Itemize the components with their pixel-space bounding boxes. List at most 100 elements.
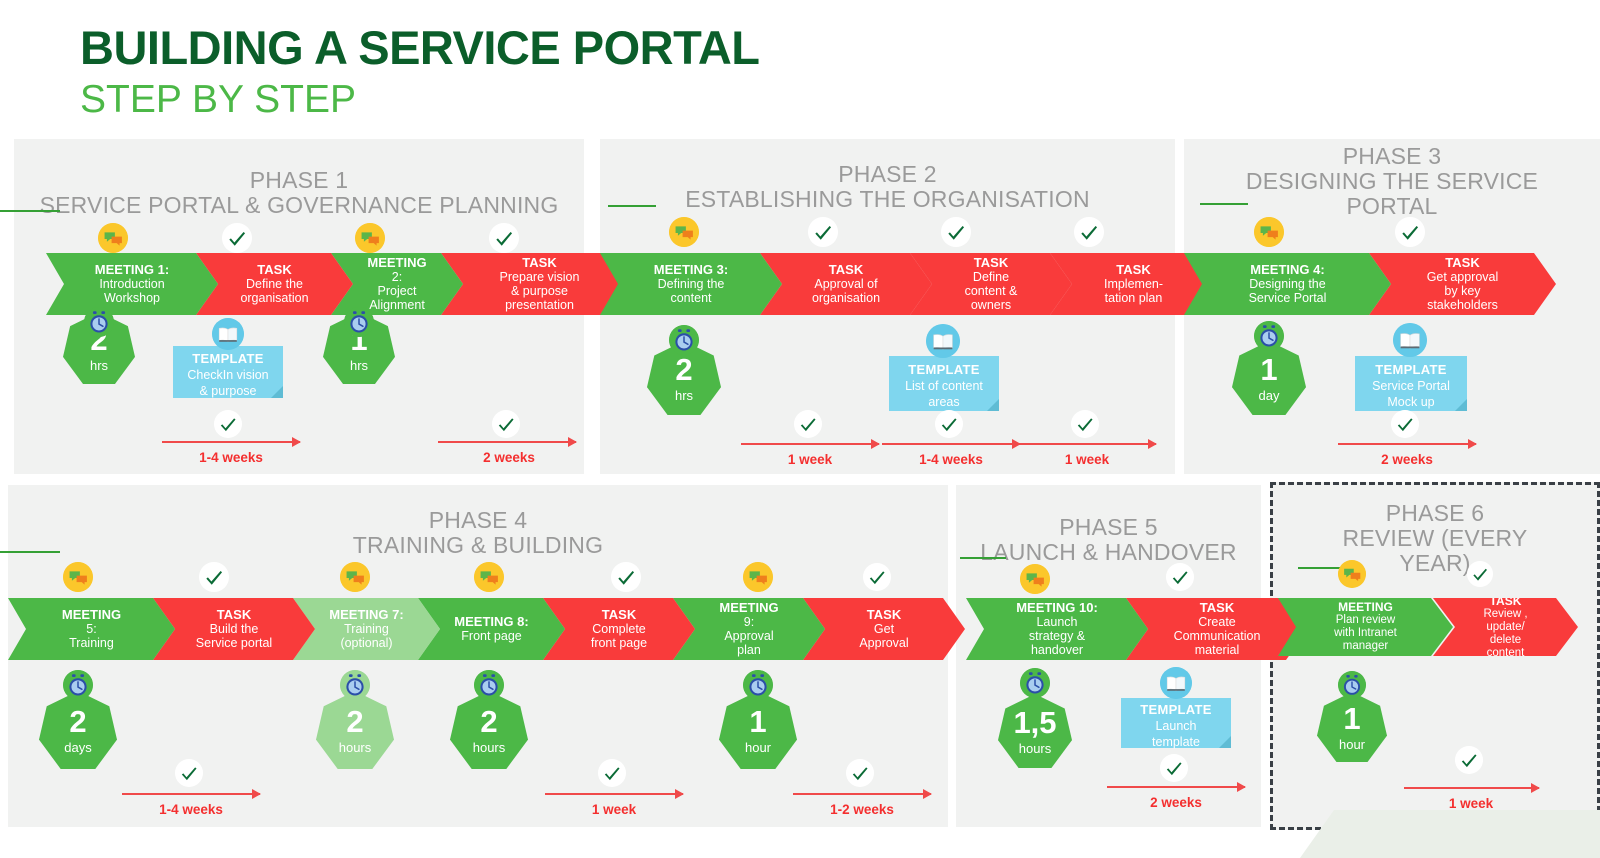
phase-2-duration-check-icon [794,410,822,438]
phase-2-duration-label: 1 week [787,452,833,467]
corner-watermark [1300,810,1600,858]
phase-1-step-2-template-line: CheckIn vision [187,367,269,382]
phase-4-step-5-task[interactable]: TASK Complete front page [543,598,695,660]
phase-5-step-1-duration-unit: hours [1018,741,1052,756]
title-subtitle: STEP BY STEP [80,77,357,121]
phase-4-duration-check-icon [175,759,203,787]
phase-4-step-2-check-mark-icon [199,562,229,592]
phase-1-step-1-text: MEETING 1: Introduction Workshop [94,261,170,306]
phase-4-step-6-meeting[interactable]: MEETING 9: Approval plan [673,598,825,660]
phase-4-duration-label: 1-2 weeks [830,802,894,817]
phase-1-step-2-task[interactable]: TASK Define the organisation [196,253,353,315]
phase-2-accent-line [608,205,656,207]
phase-1-step-4-check-mark-icon [489,223,519,253]
phase-5-step-2-template-fold [1219,736,1231,748]
phase-4-step-1-text: MEETING 5: Training [61,606,122,651]
phase-2-step-3-text: TASK Define content & owners [964,254,1018,313]
phase-4-step-1-meeting[interactable]: MEETING 5: Training [8,598,175,660]
phase-2-duration-arrow [1020,439,1157,449]
phase-3-step-2-task[interactable]: TASK Get approval by key stakeholders [1369,253,1556,315]
phase-2-step-4-check-mark-icon [1074,217,1104,247]
phase-4-step-2-task[interactable]: TASK Build the Service portal [153,598,315,660]
phase-2-step-1-duration-unit: hrs [674,388,694,403]
phase-4-accent-line [0,551,60,553]
phase-4-duration-arrow [545,789,684,799]
phase-3-step-1-meeting-icon [1254,217,1284,247]
phase-6-step-1-duration-unit: hour [1338,737,1366,752]
phase-2-step-3-template-line: areas [928,395,960,410]
phase-2-duration-check-icon [1071,410,1099,438]
phase-1-step-1-meeting[interactable]: MEETING 1: Introduction Workshop [46,253,218,315]
phase-6-duration-check-icon [1455,746,1483,774]
phase-4-step-1-meeting-icon [63,562,93,592]
phase-5-duration-arrow [1107,782,1246,792]
phase-3-duration-check-icon [1391,410,1419,438]
phase-5-accent-line [960,557,1006,559]
phase-1-step-3-meeting-icon [355,223,385,253]
phase-3-step-2-template-fold [1455,399,1467,411]
phase-1-step-2-template-card: TEMPLATE CheckIn vision & purpose [173,346,283,398]
phase-5-step-2-task[interactable]: TASK Create Communication material [1126,598,1308,660]
phase-5-duration-label: 2 weeks [1150,795,1202,810]
phase-2-duration-label: 1 week [1064,452,1110,467]
phase-5-step-2-book-icon [1160,667,1192,699]
phase-2-step-2-check-mark-icon [808,217,838,247]
phase-2-step-2-text: TASK Approval of organisation [811,261,881,306]
phase-4-step-6-clock-icon [743,670,773,700]
phase-4-step-7-task[interactable]: TASK Get Approval [803,598,965,660]
phase-6-duration-label: 1 week [1448,796,1494,811]
phase-6-step-1-clock-icon [1338,671,1366,699]
phase-4-step-4-meeting[interactable]: MEETING 8: Front page [418,598,565,660]
phase-2-step-3-task[interactable]: TASK Define content & owners [910,253,1072,315]
phase-2-step-3-template-title: TEMPLATE [908,362,980,378]
phase-6-step-1-meeting[interactable]: MEETING Plan review with Intranet manager [1278,598,1453,656]
phase-2-duration-check-icon [935,410,963,438]
phase-1-step-1-clock-icon [84,307,114,337]
phase-2-step-4-text: TASK Implemen-tation plan [1103,261,1164,306]
phase-4-step-4-duration-value: 2 [480,704,498,739]
phase-5-step-2-text: TASK Create Communication material [1173,599,1261,658]
phase-4-step-3-duration-value: 2 [346,704,364,739]
phase-3-duration-label: 2 weeks [1381,452,1433,467]
phase-6-step-1-text: MEETING Plan review with Intranet manager [1334,599,1397,653]
phase-2-step-3-template-card: TEMPLATE List of content areas [889,356,999,411]
phase-5-step-2-check-mark-icon [1166,563,1194,591]
phase-1-step-2-text: TASK Define the organisation [240,261,309,306]
phase-6-duration-arrow [1404,783,1540,793]
phase-3-step-1-duration-value: 1 [1260,352,1278,387]
phase-4-duration-label: 1 week [591,802,637,817]
phase-2-step-2-task[interactable]: TASK Approval of organisation [760,253,932,315]
phase-4-step-3-meeting[interactable]: MEETING 7: Training (optional) [293,598,440,660]
phase-5-step-2-template-card: TEMPLATE Launch template [1121,698,1231,749]
phase-1-step-2-template-fold [271,386,283,398]
phase-5-step-2-template-line: template [1152,734,1200,749]
phase-4-step-3-text: MEETING 7: Training (optional) [329,606,404,651]
phase-4-duration-check-icon [846,759,874,787]
phase-4-duration-arrow [793,789,932,799]
phase-2-duration-arrow [882,439,1021,449]
phase-5-step-1-meeting[interactable]: MEETING 10: Launch strategy & handover [966,598,1148,660]
phase-3-step-1-meeting[interactable]: MEETING 4: Designing the Service Portal [1184,253,1391,315]
phase-3-step-2-template-line: Mock up [1387,395,1435,410]
phase-5-step-1-clock-icon [1020,668,1050,698]
phase-4-step-3-meeting-icon [340,562,370,592]
phase-4-step-2-text: TASK Build the Service portal [195,606,273,651]
phase-4-step-5-text: TASK Complete front page [590,606,648,651]
phase-1-duration-label: 2 weeks [483,450,535,465]
phase-1-step-3-clock-icon [344,307,374,337]
phase-2-duration-label: 1-4 weeks [919,452,983,467]
phase-2-step-1-clock-icon [669,325,699,355]
phase-1-duration-label: 1-4 weeks [199,450,263,465]
phase-6-step-2-check-mark-icon [1467,561,1493,587]
phase-2-step-1-meeting[interactable]: MEETING 3: Defining the content [600,253,782,315]
phase-3-step-2-check-mark-icon [1395,217,1425,247]
phase-4-step-7-text: TASK Get Approval [859,606,909,651]
phase-4-step-6-meeting-icon [743,562,773,592]
phase-1-step-2-template-title: TEMPLATE [192,350,264,366]
phase-1-duration-arrow [162,437,301,447]
phase-4-step-5-check-mark-icon [611,562,641,592]
phase-5-step-1-duration-value: 1,5 [1013,705,1057,740]
phase-1-duration-check-icon [214,410,242,438]
phase-3-step-2-template-card: TEMPLATE Service Portal Mock up [1355,356,1467,411]
phase-2-step-3-template-line: List of content [905,379,983,394]
